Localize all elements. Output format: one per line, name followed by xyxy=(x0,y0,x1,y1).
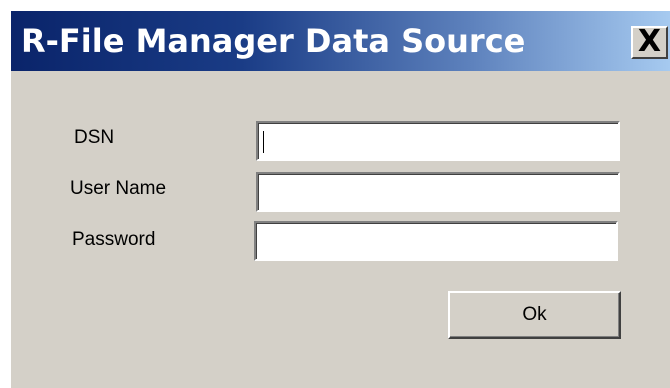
close-icon: X xyxy=(637,24,662,59)
password-label: Password xyxy=(72,229,156,250)
title-bar[interactable]: R-File Manager Data Source X xyxy=(11,11,670,71)
ok-button[interactable]: Ok xyxy=(448,291,621,339)
close-button[interactable]: X xyxy=(631,26,668,59)
window-title: R-File Manager Data Source xyxy=(21,22,526,60)
dsn-field[interactable] xyxy=(256,121,620,161)
username-field[interactable] xyxy=(256,172,620,212)
data-source-dialog: R-File Manager Data Source X DSN User Na… xyxy=(0,0,670,388)
password-field[interactable] xyxy=(254,221,618,261)
dsn-label: DSN xyxy=(74,127,115,148)
username-label: User Name xyxy=(70,178,167,199)
text-caret xyxy=(263,131,264,153)
